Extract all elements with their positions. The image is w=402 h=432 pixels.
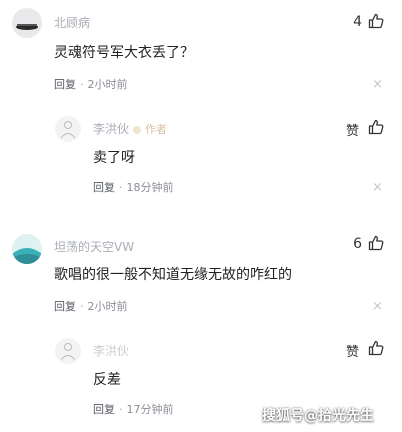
thumbs-up-icon bbox=[368, 119, 384, 135]
reply-meta: 回复 · 17分钟前 bbox=[93, 401, 174, 417]
like-button[interactable] bbox=[368, 340, 384, 356]
reply-button[interactable]: 回复 bbox=[93, 403, 115, 416]
avatar[interactable] bbox=[55, 116, 81, 142]
avatar[interactable] bbox=[55, 338, 81, 364]
reply-username[interactable]: 李洪伙 bbox=[93, 342, 129, 359]
avatar-image bbox=[60, 121, 76, 139]
reply-time: 17分钟前 bbox=[126, 403, 174, 416]
thumbs-up-icon bbox=[368, 340, 384, 356]
comment-text: 灵魂符号军大衣丢了？ bbox=[54, 45, 194, 61]
separator-dot: · bbox=[80, 78, 84, 91]
reply-button[interactable]: 回复 bbox=[93, 181, 115, 194]
avatar-image bbox=[12, 248, 42, 264]
reply-username-text: 李洪伙 bbox=[93, 122, 130, 136]
comment-meta: 回复 · 2小时前 bbox=[54, 298, 128, 314]
reply-username[interactable]: 李洪伙 作者 bbox=[93, 120, 167, 137]
comment-time: 2小时前 bbox=[87, 300, 128, 313]
separator-dot: · bbox=[119, 403, 123, 416]
like-button[interactable] bbox=[368, 235, 384, 251]
reply-time: 18分钟前 bbox=[126, 181, 174, 194]
like-count: 4 bbox=[353, 14, 362, 30]
avatar[interactable] bbox=[12, 8, 42, 38]
comment-username[interactable]: 坦荡的天空VW bbox=[54, 238, 134, 255]
close-icon[interactable]: × bbox=[372, 78, 383, 91]
reply-meta: 回复 · 18分钟前 bbox=[93, 179, 174, 195]
close-icon[interactable]: × bbox=[372, 300, 383, 313]
like-label: 赞 bbox=[346, 345, 360, 360]
reply-button[interactable]: 回复 bbox=[54, 78, 76, 91]
reply-text: 反差 bbox=[93, 372, 121, 388]
watermark: 搜狐号@拾光先生 bbox=[262, 408, 374, 424]
like-label: 赞 bbox=[346, 124, 360, 139]
like-button[interactable] bbox=[368, 119, 384, 135]
close-icon[interactable]: × bbox=[372, 181, 383, 194]
comment-text: 歌唱的很一般不知道无缘无故的咋红的 bbox=[54, 267, 292, 283]
separator-dot: · bbox=[80, 300, 84, 313]
avatar[interactable] bbox=[12, 234, 42, 264]
comment-username[interactable]: 北顾病 bbox=[54, 14, 90, 31]
comment-meta: 回复 · 2小时前 bbox=[54, 76, 128, 92]
comment-time: 2小时前 bbox=[87, 78, 128, 91]
reply-text: 卖了呀 bbox=[93, 150, 135, 166]
thumbs-up-icon bbox=[368, 13, 384, 29]
like-button[interactable] bbox=[368, 13, 384, 29]
separator-dot: · bbox=[119, 181, 123, 194]
like-count: 6 bbox=[353, 236, 362, 252]
author-badge-icon bbox=[133, 125, 142, 134]
avatar-image bbox=[60, 343, 76, 361]
reply-button[interactable]: 回复 bbox=[54, 300, 76, 313]
avatar-image bbox=[16, 24, 38, 30]
author-tag: 作者 bbox=[145, 123, 168, 136]
thumbs-up-icon bbox=[368, 235, 384, 251]
